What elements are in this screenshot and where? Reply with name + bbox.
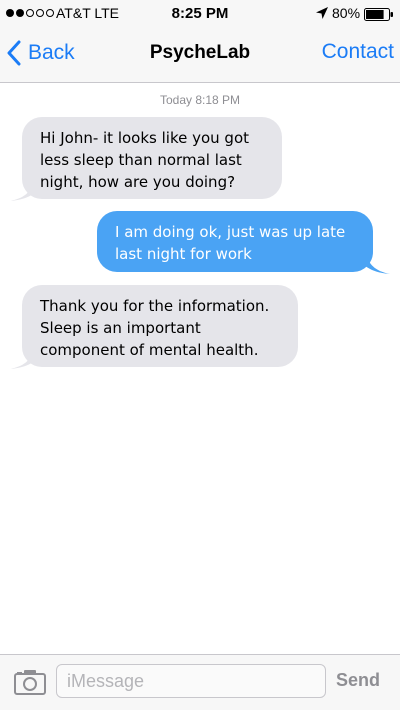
bubble-tail-icon <box>364 253 390 274</box>
incoming-message-bubble[interactable]: Thank you for the information. Sleep is … <box>22 285 298 367</box>
bubble-tail-icon <box>10 348 36 369</box>
camera-icon[interactable] <box>14 669 46 695</box>
navigation-bar: Back PsycheLab Contact <box>0 28 400 83</box>
message-timestamp: Today 8:18 PM <box>159 93 241 107</box>
incoming-message-bubble[interactable]: Hi John- it looks like you got less slee… <box>22 117 282 199</box>
battery-icon <box>364 8 393 21</box>
message-input-bar: Send <box>0 654 400 710</box>
bubble-tail-icon <box>10 180 36 201</box>
send-button[interactable]: Send <box>336 670 380 691</box>
message-input[interactable] <box>56 664 326 698</box>
outgoing-message-bubble[interactable]: I am doing ok, just was up late last nig… <box>97 211 373 272</box>
message-text: I am doing ok, just was up late last nig… <box>115 223 346 263</box>
message-text: Thank you for the information. Sleep is … <box>40 297 270 359</box>
message-text: Hi John- it looks like you got less slee… <box>40 129 250 191</box>
location-arrow-icon <box>316 7 328 19</box>
battery-percent: 80% <box>332 5 361 21</box>
status-bar: AT&T LTE 8:25 PM 80% <box>0 0 400 28</box>
contact-button[interactable]: Contact <box>322 40 394 64</box>
